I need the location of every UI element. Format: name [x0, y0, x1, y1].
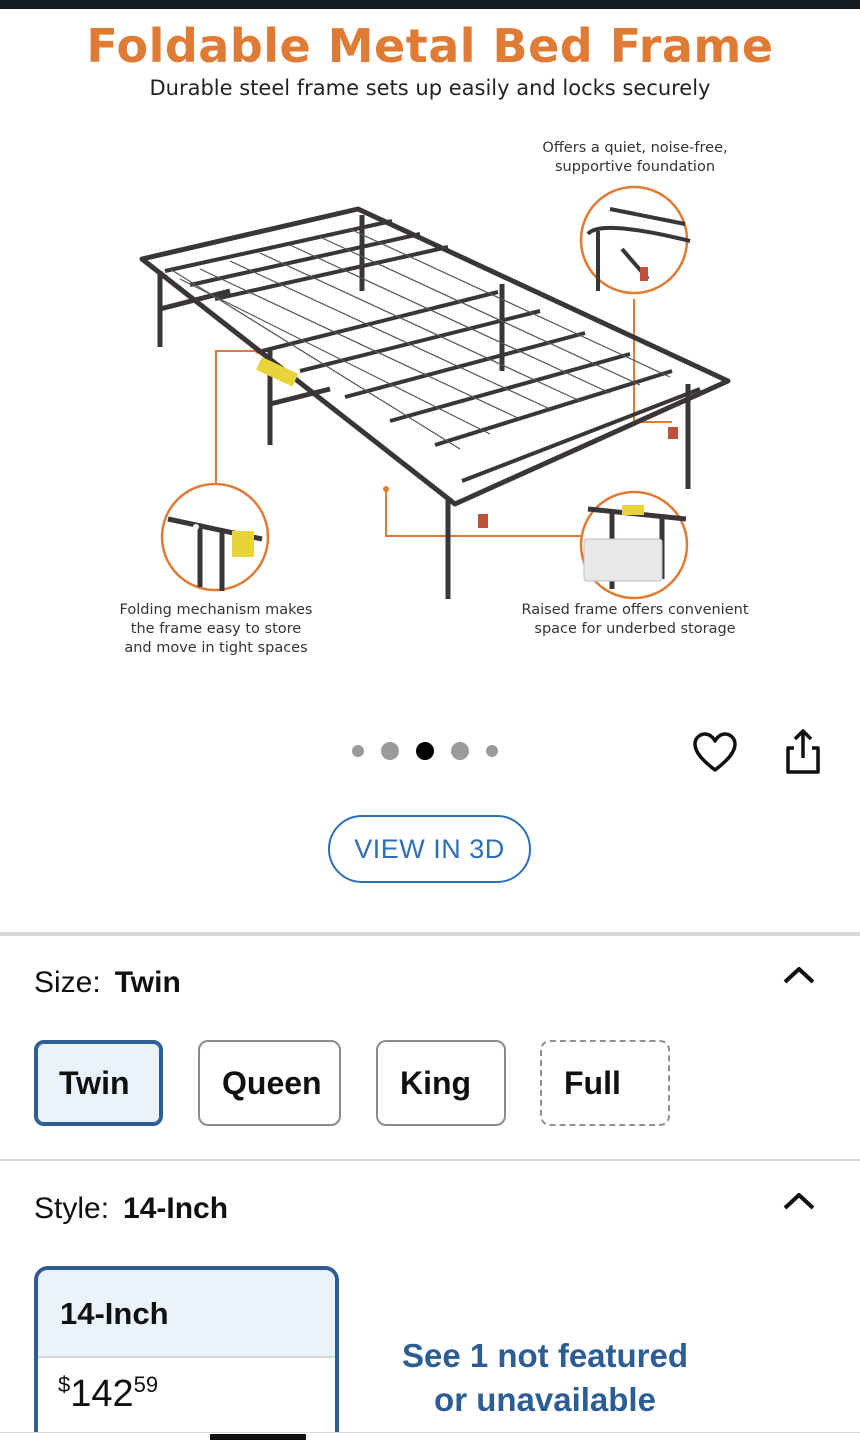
callout-text: and move in tight spaces [124, 640, 308, 656]
style-label: Style: [34, 1192, 110, 1225]
callout-folding: Folding mechanism makes the frame easy t… [96, 601, 336, 658]
see-more-line: See 1 not featured [401, 1337, 689, 1374]
carousel-dot[interactable] [381, 742, 399, 760]
carousel-dots[interactable] [352, 742, 515, 760]
callout-text: Raised frame offers convenient [521, 602, 749, 618]
size-option-full[interactable]: Full [540, 1040, 670, 1126]
callout-text: supportive foundation [554, 159, 716, 175]
product-image[interactable]: Foldable Metal Bed Frame Durable steel f… [0, 9, 860, 709]
style-option-price: $14259 [38, 1358, 335, 1416]
style-option-14-inch[interactable]: 14-Inch $14259 [34, 1266, 339, 1440]
price-currency: $ [58, 1372, 71, 1397]
carousel-dot[interactable] [451, 742, 469, 760]
style-selected-value: 14-Inch [123, 1192, 229, 1225]
collapse-size-button[interactable] [781, 964, 817, 986]
callout-quiet: Offers a quiet, noise-free, supportive f… [520, 139, 750, 177]
status-bar [0, 0, 860, 9]
callout-text: space for underbed storage [534, 621, 736, 637]
section-divider [0, 1159, 860, 1161]
style-option-name: 14-Inch [38, 1270, 335, 1358]
view-in-3d-button[interactable]: VIEW IN 3D [328, 815, 531, 883]
heart-outline-icon [693, 732, 737, 772]
price-fraction: 59 [133, 1372, 159, 1397]
bottom-bar [0, 1432, 860, 1440]
wishlist-button[interactable] [692, 730, 738, 776]
collapse-style-button[interactable] [781, 1190, 817, 1212]
size-label: Size: [34, 966, 101, 999]
size-selected-value: Twin [114, 966, 181, 999]
chevron-up-icon [783, 967, 815, 984]
share-button[interactable] [782, 728, 824, 776]
size-option-twin[interactable]: Twin [34, 1040, 163, 1126]
price-whole: 142 [70, 1373, 134, 1415]
home-indicator [210, 1434, 306, 1440]
callout-text: the frame easy to store [130, 621, 302, 637]
share-icon [786, 729, 820, 774]
callout-text: Folding mechanism makes [119, 602, 313, 618]
carousel-dot[interactable] [486, 745, 498, 757]
carousel-dot[interactable] [352, 745, 364, 757]
size-option-queen[interactable]: Queen [198, 1040, 341, 1126]
carousel-dot-active[interactable] [416, 742, 434, 760]
chevron-up-icon [783, 1193, 815, 1210]
see-more-line: or unavailable [434, 1381, 656, 1418]
callout-text: Offers a quiet, noise-free, [542, 140, 728, 156]
section-divider [0, 932, 860, 936]
size-option-king[interactable]: King [376, 1040, 506, 1126]
size-section-label: Size: Twin [34, 966, 181, 1000]
style-section-label: Style: 14-Inch [34, 1192, 228, 1226]
callout-storage: Raised frame offers convenient space for… [505, 601, 765, 639]
see-unavailable-options-link[interactable]: See 1 not featured or unavailable [385, 1334, 705, 1422]
